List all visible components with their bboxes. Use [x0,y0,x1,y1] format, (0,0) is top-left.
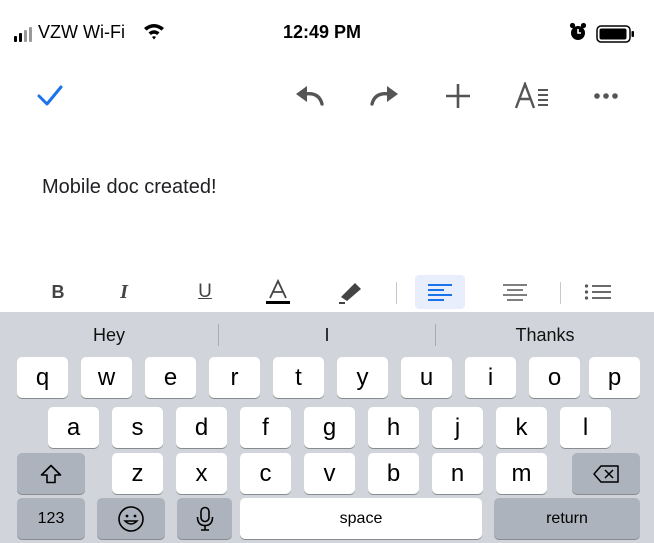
divider [396,282,397,304]
key-x[interactable]: x [176,453,227,494]
bold-button[interactable]: B [40,272,76,312]
key-l[interactable]: l [560,407,611,448]
key-c[interactable]: c [240,453,291,494]
key-n[interactable]: n [432,453,483,494]
key-h[interactable]: h [368,407,419,448]
key-m[interactable]: m [496,453,547,494]
key-v[interactable]: v [304,453,355,494]
highlight-icon[interactable] [333,272,369,312]
key-w[interactable]: w [81,357,132,398]
text-color-button[interactable] [260,272,296,312]
suggestion-i[interactable]: I [219,312,435,358]
wifi-icon [143,22,165,45]
onscreen-keyboard: Hey I Thanks q w e r t y u i o p a s d f… [0,312,654,543]
key-a[interactable]: a [48,407,99,448]
add-icon[interactable] [436,66,480,126]
more-options-icon[interactable] [586,66,626,126]
return-key[interactable]: return [494,498,640,539]
emoji-key[interactable] [97,498,165,539]
key-j[interactable]: j [432,407,483,448]
backspace-key[interactable] [572,453,640,494]
predictive-bar: Hey I Thanks [0,312,654,358]
undo-icon[interactable] [288,66,332,126]
key-d[interactable]: d [176,407,227,448]
key-z[interactable]: z [112,453,163,494]
shift-key[interactable] [17,453,85,494]
format-bar: B I U [0,272,654,312]
status-bar: VZW Wi-Fi 12:49 PM [0,0,654,66]
cellular-signal-icon [14,27,32,42]
status-time: 12:49 PM [283,22,362,42]
battery-icon [596,25,636,48]
key-q[interactable]: q [17,357,68,398]
redo-icon[interactable] [362,66,406,126]
key-s[interactable]: s [112,407,163,448]
divider [560,282,561,304]
checkmark-icon[interactable] [30,66,70,126]
key-r[interactable]: r [209,357,260,398]
key-f[interactable]: f [240,407,291,448]
key-k[interactable]: k [496,407,547,448]
align-center-icon[interactable] [497,272,533,312]
key-p[interactable]: p [589,357,640,398]
carrier-label: VZW Wi-Fi [38,22,125,42]
key-g[interactable]: g [304,407,355,448]
key-y[interactable]: y [337,357,388,398]
align-left-icon[interactable] [415,275,465,309]
italic-button[interactable]: I [106,272,142,312]
key-u[interactable]: u [401,357,452,398]
alarm-icon [569,22,587,47]
key-e[interactable]: e [145,357,196,398]
key-t[interactable]: t [273,357,324,398]
key-i[interactable]: i [465,357,516,398]
text-format-icon[interactable] [510,66,554,126]
bulleted-list-icon[interactable] [580,272,616,312]
underline-button[interactable]: U [187,272,223,312]
key-b[interactable]: b [368,453,419,494]
editor-toolbar [0,66,654,126]
suggestion-thanks[interactable]: Thanks [436,312,654,358]
document-body-text[interactable]: Mobile doc created! [42,176,217,199]
space-key[interactable]: space [240,498,482,539]
microphone-key[interactable] [177,498,232,539]
suggestion-hey[interactable]: Hey [0,312,218,358]
numbers-key[interactable]: 123 [17,498,85,539]
key-o[interactable]: o [529,357,580,398]
